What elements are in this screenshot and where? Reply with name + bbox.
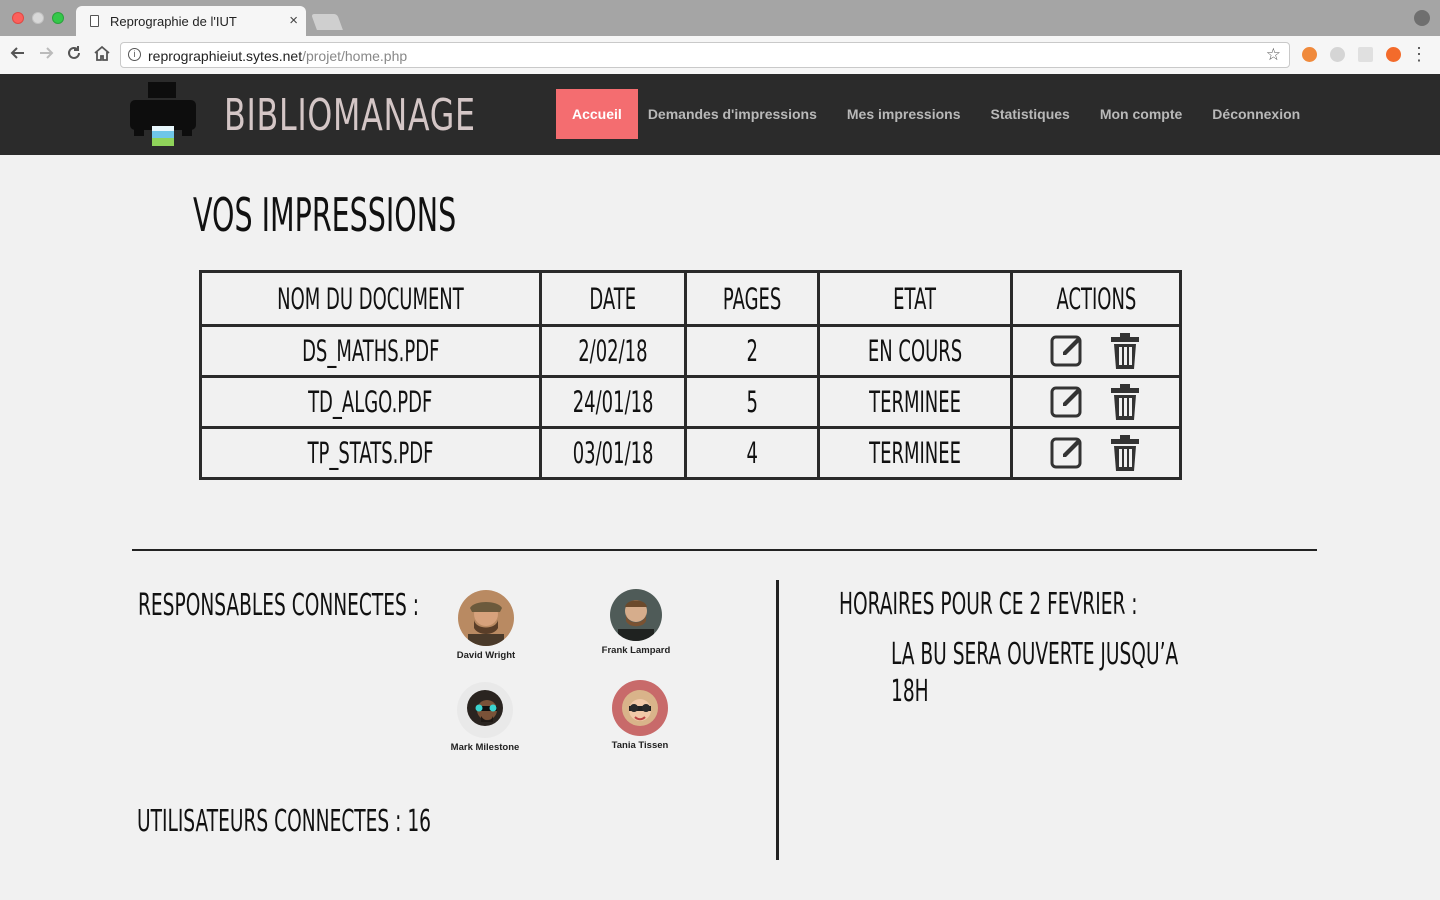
main-nav: Accueil Demandes d'impressions Mes impre… xyxy=(556,89,1315,139)
responsable-card[interactable]: David Wright xyxy=(441,590,531,661)
column-header-pages: PAGES xyxy=(684,270,820,327)
tab-title: Reprographie de l'IUT xyxy=(110,14,237,29)
responsable-card[interactable]: Frank Lampard xyxy=(591,589,681,656)
address-bar[interactable]: i reprographieiut.sytes.net/projet/home.… xyxy=(120,42,1290,68)
document-pages: 5 xyxy=(684,375,820,429)
trash-icon[interactable] xyxy=(1107,382,1143,422)
nav-demandes-impressions[interactable]: Demandes d'impressions xyxy=(638,89,832,139)
responsable-name: Tania Tissen xyxy=(611,740,669,751)
edit-icon[interactable] xyxy=(1049,433,1085,473)
new-tab-button[interactable] xyxy=(311,14,343,30)
site-header: BIBLIOMANAGE Accueil Demandes d'impressi… xyxy=(0,74,1440,155)
hours-line: 18H xyxy=(891,674,929,709)
document-date: 2/02/18 xyxy=(539,324,687,378)
document-pages: 4 xyxy=(684,426,820,480)
tab-close-icon[interactable]: × xyxy=(289,12,298,29)
document-date: 24/01/18 xyxy=(539,375,687,429)
nav-deconnexion[interactable]: Déconnexion xyxy=(1197,89,1315,139)
row-actions xyxy=(1010,426,1182,480)
document-date: 03/01/18 xyxy=(539,426,687,480)
row-actions xyxy=(1010,375,1182,429)
table-row: DS_MATHS.PDF 2/02/18 2 EN COURS xyxy=(199,324,1182,378)
nav-mon-compte[interactable]: Mon compte xyxy=(1085,89,1197,139)
document-name: TP_STATS.PDF xyxy=(199,426,542,480)
bookmark-star-icon[interactable]: ☆ xyxy=(1266,45,1281,65)
users-connected-count: UTILISATEURS CONNECTES : 16 xyxy=(137,804,431,839)
edit-icon[interactable] xyxy=(1049,382,1085,422)
table-header-row: NOM DU DOCUMENT DATE PAGES ETAT ACTIONS xyxy=(199,270,1182,327)
hours-title: HORAIRES POUR CE 2 FEVRIER : xyxy=(839,587,1138,622)
document-pages: 2 xyxy=(684,324,820,378)
minimize-window-button[interactable] xyxy=(32,12,44,24)
hours-text: LA BU SERA OUVERTE JUSQU’A 18H xyxy=(891,636,1178,710)
nav-accueil[interactable]: Accueil xyxy=(556,89,638,139)
responsable-name: David Wright xyxy=(456,650,516,661)
page-title: VOS IMPRESSIONS xyxy=(193,188,457,242)
home-icon[interactable] xyxy=(93,44,111,66)
profile-icon[interactable] xyxy=(1414,10,1430,26)
avatar xyxy=(612,680,668,736)
column-header-state: ETAT xyxy=(817,270,1013,327)
extension-icon[interactable] xyxy=(1358,47,1373,62)
extension-icon[interactable] xyxy=(1330,47,1345,62)
nav-statistiques[interactable]: Statistiques xyxy=(975,89,1084,139)
impressions-table: NOM DU DOCUMENT DATE PAGES ETAT ACTIONS … xyxy=(199,270,1182,480)
responsables-title: RESPONSABLES CONNECTES : xyxy=(138,588,420,623)
forward-arrow-icon[interactable] xyxy=(37,44,55,66)
browser-tabstrip: Reprographie de l'IUT × xyxy=(0,0,1440,36)
avatar xyxy=(458,590,514,646)
responsable-name: Frank Lampard xyxy=(601,645,671,656)
document-state: EN COURS xyxy=(817,324,1013,378)
responsable-card[interactable]: Mark Milestone xyxy=(440,682,530,753)
maximize-window-button[interactable] xyxy=(52,12,64,24)
document-state: TERMINEE xyxy=(817,375,1013,429)
browser-toolbar: i reprographieiut.sytes.net/projet/home.… xyxy=(0,36,1440,75)
avatar xyxy=(457,682,513,738)
section-divider xyxy=(132,549,1317,551)
column-header-date: DATE xyxy=(539,270,687,327)
column-divider xyxy=(776,580,779,860)
avatar xyxy=(610,589,662,641)
table-row: TD_ALGO.PDF 24/01/18 5 TERMINEE xyxy=(199,375,1182,429)
url-text: reprographieiut.sytes.net/projet/home.ph… xyxy=(148,48,408,64)
back-arrow-icon[interactable] xyxy=(9,44,27,66)
info-icon[interactable]: i xyxy=(128,48,141,61)
document-state: TERMINEE xyxy=(817,426,1013,480)
hours-line: LA BU SERA OUVERTE JUSQU’A xyxy=(891,637,1179,672)
responsable-name: Mark Milestone xyxy=(450,742,520,753)
printer-logo-icon[interactable] xyxy=(130,82,196,152)
browser-tab[interactable]: Reprographie de l'IUT × xyxy=(76,6,306,36)
document-name: DS_MATHS.PDF xyxy=(199,324,542,378)
menu-icon[interactable]: ⋮ xyxy=(1410,44,1428,65)
extension-icon[interactable] xyxy=(1302,47,1317,62)
nav-mes-impressions[interactable]: Mes impressions xyxy=(832,89,976,139)
trash-icon[interactable] xyxy=(1107,331,1143,371)
column-header-actions: ACTIONS xyxy=(1010,270,1182,327)
responsable-card[interactable]: Tania Tissen xyxy=(595,680,685,751)
brand-title[interactable]: BIBLIOMANAGE xyxy=(224,90,476,141)
reload-icon[interactable] xyxy=(65,44,83,66)
trash-icon[interactable] xyxy=(1107,433,1143,473)
extension-icon[interactable] xyxy=(1386,47,1401,62)
page-icon xyxy=(90,15,99,27)
edit-icon[interactable] xyxy=(1049,331,1085,371)
row-actions xyxy=(1010,324,1182,378)
close-window-button[interactable] xyxy=(12,12,24,24)
column-header-name: NOM DU DOCUMENT xyxy=(199,270,542,327)
document-name: TD_ALGO.PDF xyxy=(199,375,542,429)
table-row: TP_STATS.PDF 03/01/18 4 TERMINEE xyxy=(199,426,1182,480)
